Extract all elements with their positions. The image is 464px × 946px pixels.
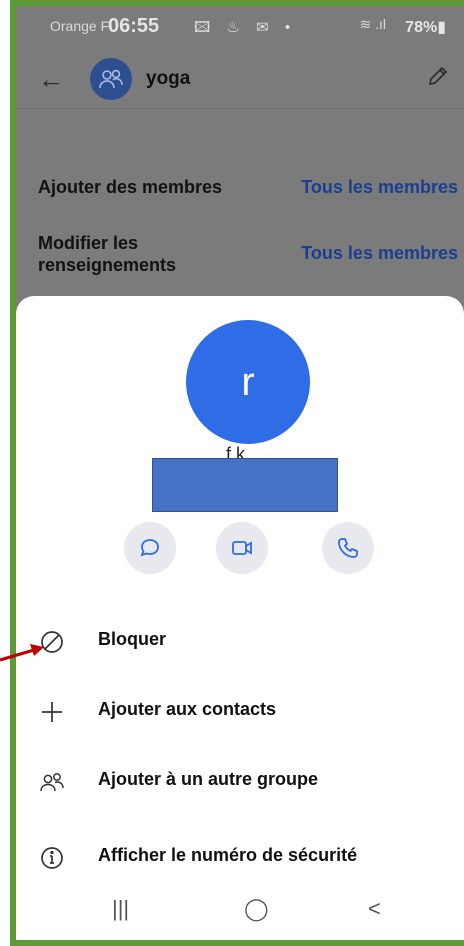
android-nav-bar: ||| ◯ < <box>16 880 464 940</box>
menu-item-add-contact[interactable]: Ajouter aux contacts <box>16 686 464 734</box>
signal-icon: ≋ .ıl <box>359 16 386 32</box>
phone-screen: Orange F 06:55 🖾 ♨ ✉ • ≋ .ıl 78%▮ ← yoga… <box>16 6 464 940</box>
settings-value[interactable]: Tous les membres <box>301 176 458 198</box>
settings-row-add-members[interactable]: Ajouter des membres Tous les membres <box>38 176 458 202</box>
menu-item-block[interactable]: Bloquer <box>16 616 464 664</box>
group-name: yoga <box>146 68 191 89</box>
battery-level: 78%▮ <box>405 19 446 36</box>
message-button[interactable] <box>124 522 176 574</box>
redaction-box <box>152 458 338 512</box>
menu-item-safety-number[interactable]: Afficher le numéro de sécurité <box>16 832 464 880</box>
plus-icon <box>38 698 66 726</box>
pencil-icon[interactable] <box>426 64 450 95</box>
video-call-button[interactable] <box>216 522 268 574</box>
recents-button[interactable]: ||| <box>112 896 129 922</box>
voice-call-button[interactable] <box>322 522 374 574</box>
settings-label: Ajouter des membres <box>38 177 223 197</box>
menu-item-label: Bloquer <box>98 629 167 649</box>
nav-back-button[interactable]: < <box>368 896 381 922</box>
home-button[interactable]: ◯ <box>244 896 269 922</box>
menu-item-label: Ajouter à un autre groupe <box>98 769 319 789</box>
carrier-label: Orange F <box>50 18 110 34</box>
contact-avatar: r <box>186 320 310 444</box>
contact-bottom-sheet: r f k Bloquer Ajouter aux contacts Ajout… <box>16 296 464 940</box>
frame-border-bottom <box>10 940 464 946</box>
message-icon <box>140 539 159 557</box>
group-icon <box>38 768 66 796</box>
menu-item-add-to-group[interactable]: Ajouter à un autre groupe <box>16 756 464 804</box>
back-arrow-icon[interactable]: ← <box>38 64 64 95</box>
annotation-arrow-icon <box>0 644 44 662</box>
phone-icon <box>338 538 358 558</box>
group-avatar[interactable] <box>90 58 132 100</box>
settings-value[interactable]: Tous les membres <box>301 242 458 264</box>
app-bar: ← yoga <box>16 52 464 109</box>
menu-item-label: Ajouter aux contacts <box>98 699 277 719</box>
settings-label: Modifier les renseignements <box>38 233 177 275</box>
status-bar: Orange F 06:55 🖾 ♨ ✉ • ≋ .ıl 78%▮ <box>16 6 464 46</box>
notification-icons: 🖾 ♨ ✉ • <box>194 19 297 36</box>
settings-row-edit-info[interactable]: Modifier les renseignements Tous les mem… <box>38 232 458 280</box>
group-icon <box>99 69 123 89</box>
video-icon <box>232 541 252 555</box>
info-icon <box>38 844 66 872</box>
menu-item-label: Afficher le numéro de sécurité <box>98 845 358 865</box>
status-time: 06:55 <box>108 15 160 37</box>
